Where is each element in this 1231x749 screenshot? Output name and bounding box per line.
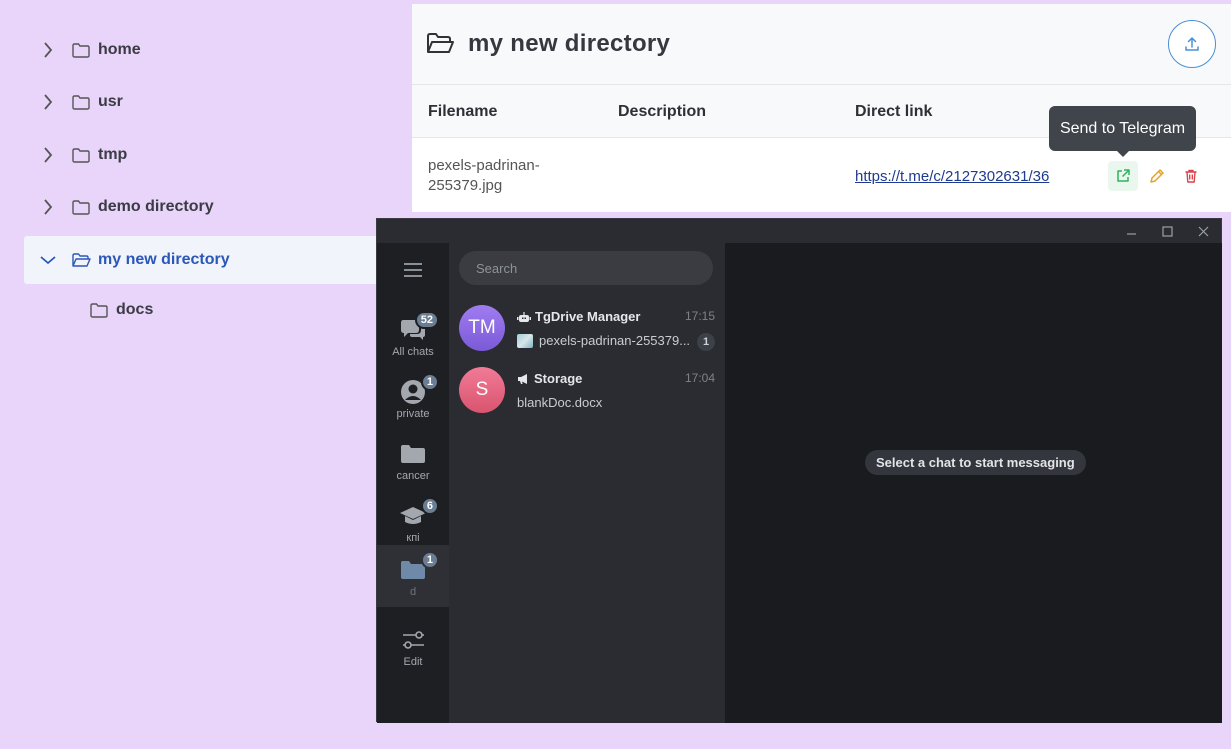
trash-icon: [1185, 169, 1197, 183]
edit-folders-button[interactable]: Edit: [377, 615, 449, 677]
folder-tab-all-chats[interactable]: 52 All chats: [377, 305, 449, 367]
tree-item-tmp[interactable]: tmp: [24, 131, 384, 179]
folder-tree: home usr tmp demo directory my new direc…: [0, 0, 412, 749]
preview-text: blankDoc.docx: [517, 395, 603, 410]
column-header-direct-link: Direct link: [855, 103, 933, 120]
column-header-filename: Filename: [428, 103, 498, 120]
chat-item-tgdrive-manager[interactable]: TM TgDrive Manager 17:15 pexels-padrinan…: [449, 297, 725, 359]
filename-line: pexels-padrinan-: [428, 157, 540, 174]
tree-item-label: home: [98, 41, 141, 58]
chevron-down-icon[interactable]: [38, 250, 58, 270]
chat-time: 17:15: [684, 309, 715, 323]
chevron-right-icon[interactable]: [38, 197, 58, 217]
folder-label: All chats: [392, 346, 434, 358]
search-input[interactable]: Search: [459, 251, 713, 285]
folder-rail: 52 All chats 1 private cancer 6 кпі 1 d …: [377, 243, 449, 723]
pencil-icon: [1150, 169, 1164, 183]
folder-icon: 1: [399, 551, 439, 583]
folder-icon: [72, 198, 92, 216]
avatar: TM: [459, 305, 505, 351]
folder-icon: [90, 301, 110, 319]
tree-item-label: tmp: [98, 146, 128, 163]
folder-icon: [72, 93, 92, 111]
chat-item-storage[interactable]: S Storage 17:04 blankDoc.docx: [449, 359, 725, 421]
chat-title: TgDrive Manager: [535, 309, 641, 324]
tree-item-usr[interactable]: usr: [24, 78, 384, 126]
chat-time: 17:04: [684, 371, 715, 385]
chat-list: Search TM TgDrive Manager 17:15 pexels-p…: [449, 243, 725, 723]
chevron-right-icon[interactable]: [38, 92, 58, 112]
user-icon: 1: [399, 373, 439, 405]
folder-icon: [72, 146, 92, 164]
folder-icon: [399, 441, 427, 467]
unread-badge: 6: [420, 497, 439, 515]
folder-icon: [72, 41, 92, 59]
sliders-icon: [399, 627, 427, 653]
folder-label: private: [396, 408, 430, 420]
close-icon[interactable]: [1195, 223, 1211, 239]
chat-name: Storage: [517, 371, 582, 386]
tree-item-docs[interactable]: docs: [90, 286, 370, 334]
directory-header: my new directory: [412, 4, 1231, 85]
chat-preview: pexels-padrinan-255379...: [517, 333, 690, 348]
chats-icon: 52: [399, 311, 439, 343]
avatar: S: [459, 367, 505, 413]
chat-title: Storage: [534, 371, 583, 386]
folder-label: cancer: [396, 470, 430, 482]
bot-icon: [517, 311, 531, 322]
tree-item-home[interactable]: home: [24, 26, 384, 74]
filename-cell: pexels-padrinan- 255379.jpg: [428, 156, 578, 196]
folder-tab-kpi[interactable]: 6 кпі: [377, 491, 449, 553]
window-titlebar: [377, 219, 1221, 243]
minimize-icon[interactable]: [1123, 223, 1139, 239]
menu-icon[interactable]: [403, 263, 423, 277]
column-header-description: Description: [618, 103, 707, 120]
filename-line: 255379.jpg: [428, 177, 503, 194]
folder-tab-cancer[interactable]: cancer: [377, 429, 449, 491]
unread-badge: 1: [420, 551, 439, 569]
folder-label: Edit: [403, 656, 423, 668]
chat-name: TgDrive Manager: [517, 309, 640, 324]
tree-item-label: my new directory: [98, 251, 230, 268]
maximize-icon[interactable]: [1159, 223, 1175, 239]
folder-label: d: [409, 586, 417, 598]
graduation-cap-icon: 6: [399, 497, 439, 529]
folder-open-icon: [72, 251, 92, 269]
telegram-window: 52 All chats 1 private cancer 6 кпі 1 d …: [376, 218, 1222, 723]
upload-button[interactable]: [1168, 20, 1216, 68]
folder-open-icon: [427, 33, 454, 53]
tooltip: Send to Telegram: [1049, 106, 1196, 157]
tree-item-label: demo directory: [98, 198, 214, 215]
megaphone-icon: [518, 373, 527, 384]
tree-item-label: usr: [98, 93, 123, 110]
chat-preview: blankDoc.docx: [517, 395, 602, 410]
unread-badge: 52: [414, 311, 439, 329]
tree-item-label: docs: [116, 301, 154, 318]
chevron-right-icon[interactable]: [38, 145, 58, 165]
unread-badge: 1: [697, 333, 715, 351]
photo-thumbnail: [517, 333, 533, 348]
direct-link[interactable]: https://t.me/c/2127302631/36: [855, 168, 1049, 185]
chevron-right-icon[interactable]: [38, 40, 58, 60]
send-to-telegram-button[interactable]: [1108, 161, 1138, 191]
edit-button[interactable]: [1142, 161, 1172, 191]
folder-tab-d[interactable]: 1 d: [377, 545, 449, 607]
chat-area: Select a chat to start messaging: [725, 243, 1222, 723]
delete-button[interactable]: [1176, 161, 1206, 191]
tree-item-demo-directory[interactable]: demo directory: [24, 183, 384, 231]
folder-label: кпі: [406, 532, 420, 544]
upload-icon: [1185, 37, 1199, 51]
unread-badge: 1: [420, 373, 439, 391]
external-link-icon: [1117, 169, 1130, 182]
page-title: my new directory: [468, 30, 671, 57]
folder-tab-private[interactable]: 1 private: [377, 367, 449, 429]
empty-state-message: Select a chat to start messaging: [865, 450, 1086, 475]
preview-text: pexels-padrinan-255379...: [539, 333, 691, 348]
tree-item-my-new-directory[interactable]: my new directory: [24, 236, 384, 284]
